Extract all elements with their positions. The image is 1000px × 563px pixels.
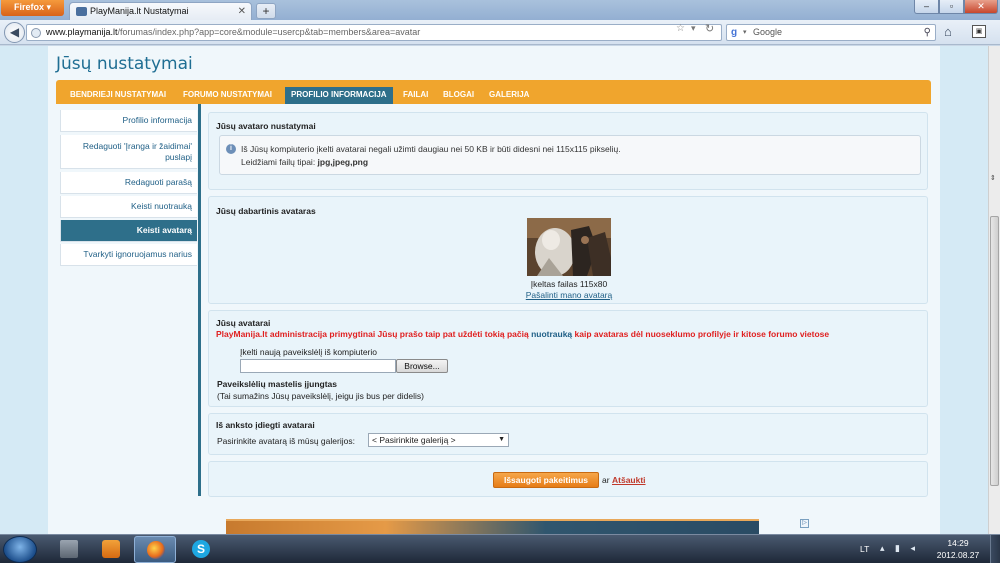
browser-navbar: ◀ www.playmanija.lt/forumas/index.php?ap… — [0, 20, 1000, 45]
tab-files[interactable]: FAILAI — [397, 87, 434, 104]
sidebar-item-change-avatar[interactable]: Keisti avatarą — [60, 220, 197, 242]
info-size-limit: Iš Jūsų kompiuterio įkelti avatarai nega… — [241, 144, 621, 154]
gallery-avatar-panel: Iš anksto įdiegti avatarai Pasirinkite a… — [208, 413, 928, 455]
gallery-select[interactable]: < Pasirinkite galeriją > ▼ — [368, 433, 509, 447]
windows-taskbar: S LT ▴ ▮ ◂ 14:29 2012.08.27 — [0, 534, 1000, 563]
home-icon[interactable]: ⌂ — [944, 24, 952, 39]
reload-icon[interactable]: ↻ — [705, 22, 714, 35]
search-go-icon[interactable]: ⚲ — [924, 25, 931, 40]
page-scrollbar[interactable]: ⇕ — [988, 46, 1000, 534]
new-tab-button[interactable]: + — [256, 3, 276, 19]
tab-gallery[interactable]: GALERIJA — [483, 87, 535, 104]
save-changes-button[interactable]: Išsaugoti pakeitimus — [493, 472, 599, 488]
window-minimize-button[interactable]: – — [914, 0, 939, 14]
taskbar-skype[interactable]: S — [180, 536, 222, 563]
sidebar-item-ignored-users[interactable]: Tvarkyti ignoruojamus narius — [60, 244, 197, 266]
tray-icons[interactable]: ▴ ▮ ◂ — [880, 543, 919, 554]
search-bar[interactable]: g ▾ Google ⚲ — [726, 24, 936, 41]
tab-forum-settings[interactable]: FORUMO NUSTATYMAI — [177, 87, 278, 104]
page-viewport: Jūsų nustatymai BENDRIEJI NUSTATYMAI FOR… — [0, 46, 988, 534]
avatar-settings-panel: Jūsų avataro nustatymai i Iš Jūsų kompiu… — [208, 112, 928, 190]
firefox-menu-button[interactable]: Firefox ▾ — [1, 0, 64, 16]
media-player-icon — [102, 540, 120, 558]
page-content: Jūsų nustatymai BENDRIEJI NUSTATYMAI FOR… — [48, 46, 940, 534]
tab-title: PlayManija.lt Nustatymai — [90, 6, 189, 16]
sidebar-item-change-photo[interactable]: Keisti nuotrauką — [60, 196, 197, 218]
scrollbar-thumb[interactable] — [990, 216, 999, 486]
settings-sidebar: Profilio informacija Redaguoti 'Įranga i… — [56, 104, 201, 496]
photo-link[interactable]: nuotrauką — [531, 329, 572, 339]
clock-time[interactable]: 14:29 — [938, 538, 978, 548]
settings-tab-bar: BENDRIEJI NUSTATYMAI FORUMO NUSTATYMAI P… — [56, 80, 931, 104]
gallery-avatar-title: Iš anksto įdiegti avatarai — [216, 420, 315, 430]
show-desktop-button[interactable] — [990, 535, 1000, 563]
firefox-icon — [147, 541, 165, 559]
info-file-types: Leidžiami failų tipai: jpg,jpeg,png — [241, 157, 369, 167]
search-engine-dropdown-icon[interactable]: ▾ — [743, 25, 747, 40]
browse-button[interactable]: Browse... — [396, 359, 448, 373]
browser-titlebar: Firefox ▾ PlayManija.lt Nustatymai ✕ + –… — [0, 0, 1000, 20]
clock-date[interactable]: 2012.08.27 — [934, 550, 982, 560]
google-logo-icon: g — [731, 27, 738, 38]
cancel-link[interactable]: Atšaukti — [612, 475, 646, 485]
tab-profile-info[interactable]: PROFILIO INFORMACIJA — [285, 87, 393, 104]
page-title: Jūsų nustatymai — [56, 54, 193, 74]
taskbar-media-player[interactable] — [90, 536, 132, 563]
file-path-input[interactable] — [240, 359, 396, 373]
avatar-settings-title: Jūsų avataro nustatymai — [216, 121, 316, 131]
back-button[interactable]: ◀ — [4, 22, 25, 43]
bookmark-star-icon[interactable]: ☆ — [676, 23, 685, 34]
window-close-button[interactable]: ✕ — [964, 0, 998, 14]
or-text: ar — [602, 475, 610, 485]
close-tab-icon[interactable]: ✕ — [238, 3, 246, 20]
start-button[interactable] — [3, 536, 37, 563]
history-dropdown-icon[interactable]: ▾ — [691, 23, 696, 34]
window-maximize-button[interactable]: ▫ — [939, 0, 964, 14]
upload-avatar-title: Jūsų avatarai — [216, 318, 271, 328]
chevron-down-icon: ▼ — [498, 436, 505, 443]
admin-notice: PlayManija.lt administracija primygtinai… — [216, 329, 830, 339]
globe-icon — [31, 28, 41, 38]
search-placeholder: Google — [753, 27, 783, 37]
info-box: i Iš Jūsų kompiuterio įkelti avatarai ne… — [219, 135, 921, 175]
avatar-caption: Įkeltas failas 115x80 — [530, 279, 608, 289]
actions-panel: Išsaugoti pakeitimus ar Atšaukti — [208, 461, 928, 497]
ad-close-icon[interactable]: ▷ — [800, 519, 809, 528]
remove-avatar-link[interactable]: Pašalinti mano avatarą — [209, 290, 929, 300]
avatar-image — [527, 218, 611, 276]
taskbar-explorer[interactable] — [48, 536, 90, 563]
scale-description: (Tai sumažins Jūsų paveikslėlį, jeigu ji… — [217, 391, 424, 401]
language-indicator[interactable]: LT — [860, 544, 869, 554]
folder-icon — [60, 540, 78, 558]
tab-general-settings[interactable]: BENDRIEJI NUSTATYMAI — [64, 87, 172, 104]
url-bar[interactable]: www.playmanija.lt/forumas/index.php?app=… — [26, 24, 722, 41]
sidebar-item-profile-info[interactable]: Profilio informacija — [60, 110, 197, 132]
tab-blogs[interactable]: BLOGAI — [437, 87, 480, 104]
scale-enabled-label: Paveikslėlių mastelis įjungtas — [217, 379, 338, 389]
current-avatar-title: Jūsų dabartinis avataras — [216, 206, 316, 216]
taskbar-firefox[interactable] — [134, 536, 176, 563]
browser-tab[interactable]: PlayManija.lt Nustatymai ✕ — [69, 2, 252, 20]
url-path: /forumas/index.php?app=core&module=userc… — [117, 27, 421, 37]
sidebar-item-edit-gear-games[interactable]: Redaguoti 'Įranga ir žaidimai' puslapį — [60, 135, 197, 169]
upload-avatar-panel: Jūsų avatarai PlayManija.lt administraci… — [208, 310, 928, 407]
upload-label: Įkelti naują paveikslėlį iš kompiuterio — [240, 347, 378, 357]
ad-banner[interactable] — [226, 519, 759, 534]
site-favicon-icon — [76, 7, 87, 16]
current-avatar-panel: Jūsų dabartinis avataras Įkeltas failas … — [208, 196, 928, 304]
sidebar-item-edit-signature[interactable]: Redaguoti parašą — [60, 172, 197, 194]
info-icon: i — [226, 144, 236, 154]
url-domain: www.playmanija.lt — [46, 27, 118, 37]
bookmarks-menu-icon[interactable]: ▣ — [972, 25, 986, 38]
scroll-grip-icon: ⇕ — [990, 175, 996, 182]
gallery-select-label: Pasirinkite avatarą iš mūsų galerijos: — [217, 436, 355, 446]
skype-icon: S — [192, 540, 210, 558]
